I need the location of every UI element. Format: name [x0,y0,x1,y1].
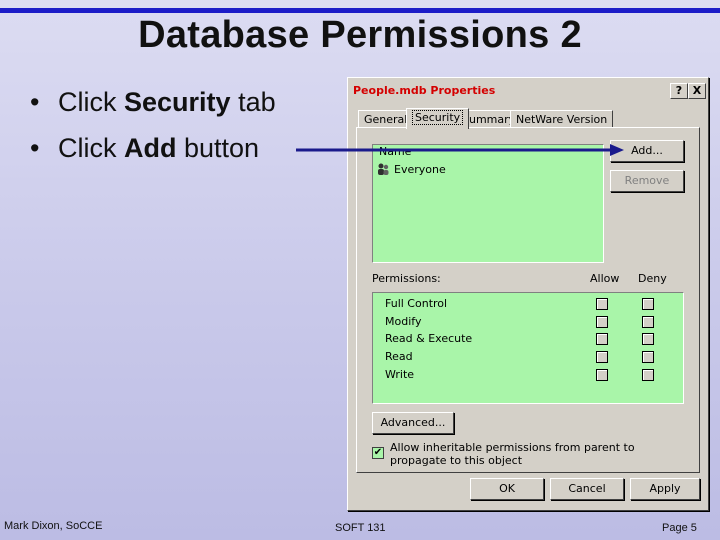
callout-arrow [296,144,624,156]
footer-page-number: Page 5 [662,522,697,534]
footer-course: SOFT 131 [335,522,386,534]
arrow-head [610,144,624,156]
tab-security[interactable]: Security [406,108,470,129]
footer-author: Mark Dixon, SoCCE [4,520,103,532]
